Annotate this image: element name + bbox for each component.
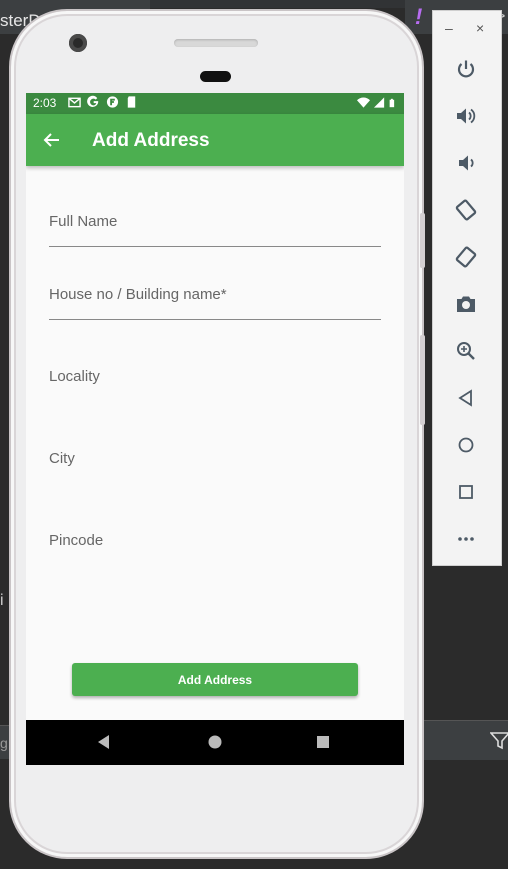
add-address-button-label: Add Address xyxy=(177,672,253,687)
proximity-sensor xyxy=(200,71,231,82)
add-address-button[interactable]: Add Address xyxy=(72,663,358,696)
pincode-field[interactable]: Pincode xyxy=(49,525,381,567)
full-name-input[interactable] xyxy=(49,206,381,248)
ide-side-text: i xyxy=(0,592,4,609)
phone-volume-button xyxy=(420,213,425,268)
city-field[interactable]: City xyxy=(49,443,381,485)
sd-card-icon xyxy=(127,96,136,108)
minimize-button[interactable]: – xyxy=(445,20,453,36)
status-bar: 2:03 xyxy=(26,93,404,114)
city-input[interactable] xyxy=(49,443,381,485)
full-name-underline xyxy=(49,246,381,247)
house-no-input[interactable] xyxy=(49,279,381,321)
app-bar: Add Address xyxy=(26,114,404,166)
notification-icons xyxy=(68,95,138,109)
phone-power-button xyxy=(420,335,425,425)
ide-warning-marker[interactable]: ! xyxy=(415,4,422,30)
house-no-field[interactable]: House no / Building name* xyxy=(49,279,381,321)
filter-icon[interactable] xyxy=(490,731,508,751)
zoom-icon[interactable] xyxy=(455,340,477,362)
ide-bottom-text: g xyxy=(0,735,8,751)
earpiece-speaker xyxy=(174,39,258,47)
locality-input[interactable] xyxy=(49,361,381,403)
close-button[interactable]: × xyxy=(476,20,484,36)
overview-icon[interactable] xyxy=(455,481,477,503)
gmail-icon xyxy=(68,97,81,108)
camera-icon[interactable] xyxy=(455,293,477,315)
phone-screen: 2:03 Add Address Full Name House no / Bu… xyxy=(26,93,404,765)
page-title: Add Address xyxy=(92,130,210,151)
battery-icon xyxy=(389,98,395,108)
signal-icon xyxy=(373,97,385,108)
status-time: 2:03 xyxy=(33,96,57,110)
back-icon[interactable] xyxy=(455,387,477,409)
home-icon[interactable] xyxy=(455,434,477,456)
volume-up-icon[interactable] xyxy=(455,105,477,127)
full-name-field[interactable]: Full Name xyxy=(49,206,381,248)
pincode-input[interactable] xyxy=(49,525,381,567)
recents-square-icon[interactable] xyxy=(313,732,333,752)
home-circle-icon[interactable] xyxy=(205,732,225,752)
navigation-bar xyxy=(26,720,404,765)
google-icon xyxy=(87,95,99,107)
front-camera xyxy=(69,34,87,52)
locality-field[interactable]: Locality xyxy=(49,361,381,403)
more-icon[interactable] xyxy=(455,528,477,550)
rotate-left-icon[interactable] xyxy=(455,199,477,221)
wifi-icon xyxy=(357,97,370,108)
power-icon[interactable] xyxy=(455,58,477,80)
flipboard-icon xyxy=(106,96,119,108)
volume-down-icon[interactable] xyxy=(455,152,477,174)
emulator-toolbar: – × xyxy=(432,10,502,566)
rotate-right-icon[interactable] xyxy=(455,246,477,268)
system-icons xyxy=(357,96,398,110)
arrow-left-icon[interactable] xyxy=(40,128,64,152)
ide-toolbar xyxy=(150,0,420,8)
back-triangle-icon[interactable] xyxy=(94,732,114,752)
house-no-underline xyxy=(49,319,381,320)
